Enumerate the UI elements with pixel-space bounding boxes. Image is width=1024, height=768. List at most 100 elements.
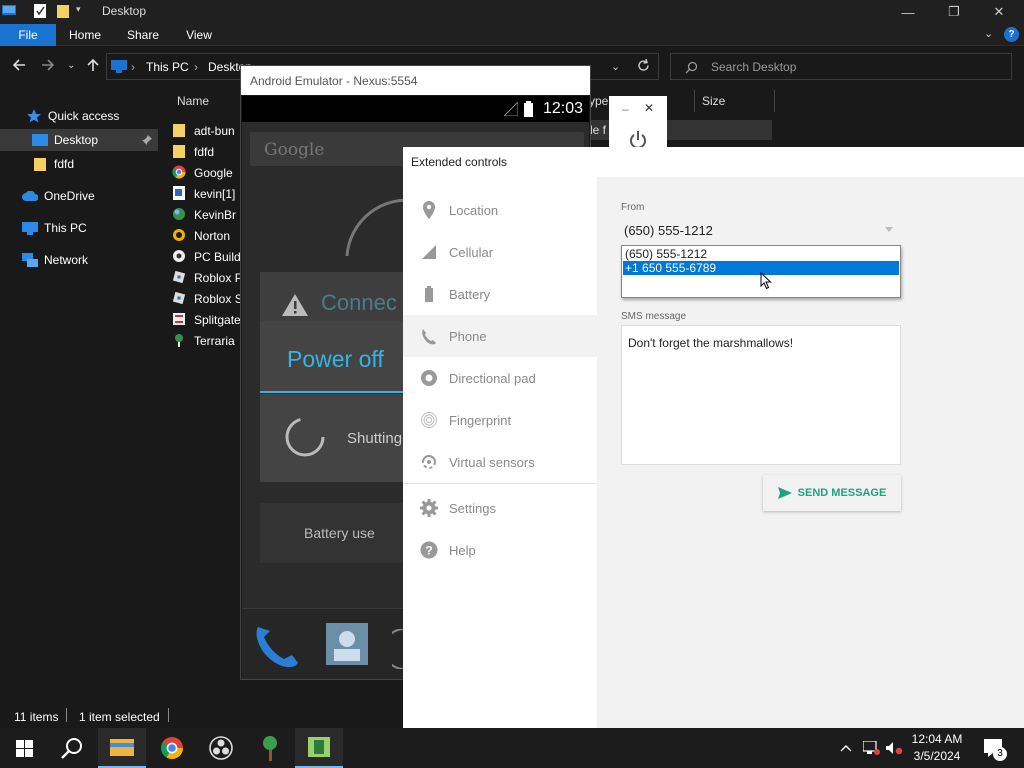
file-row[interactable]: Terraria	[172, 330, 235, 351]
recent-locations-chevron-icon[interactable]: ⌄	[67, 60, 75, 71]
taskbar-chrome[interactable]	[148, 728, 196, 768]
toolbar-minimize-icon[interactable]: –	[622, 102, 629, 116]
forward-arrow-icon[interactable]	[41, 58, 55, 72]
taskbar-terraria[interactable]	[246, 728, 294, 768]
column-header-name[interactable]: Name	[177, 88, 209, 114]
taskbar-obs[interactable]	[197, 728, 245, 768]
nav-desktop[interactable]: Desktop	[0, 129, 158, 151]
sidebar-item-virtual-sensors[interactable]: Virtual sensors	[403, 441, 597, 483]
new-folder-icon[interactable]	[57, 4, 70, 18]
phone-app-icon[interactable]	[252, 623, 300, 669]
battery-icon	[425, 286, 433, 302]
extended-controls-window: Extended controls Location Cellular Batt…	[403, 147, 1024, 728]
signal-icon	[504, 102, 518, 116]
ribbon-expand-icon[interactable]: ⌄	[984, 27, 993, 40]
sidebar-item-phone[interactable]: Phone	[403, 315, 597, 357]
nav-onedrive[interactable]: OneDrive	[0, 185, 158, 207]
search-placeholder: Search Desktop	[711, 60, 797, 74]
file-row[interactable]: adt-bun	[172, 120, 235, 141]
volume-muted-icon[interactable]	[885, 728, 903, 768]
properties-icon[interactable]	[34, 4, 47, 18]
chrome-icon	[172, 165, 186, 178]
sidebar-item-directional-pad[interactable]: Directional pad	[403, 357, 597, 399]
sidebar-item-help[interactable]: ? Help	[403, 529, 597, 571]
sidebar-item-battery[interactable]: Battery	[403, 273, 597, 315]
search-button[interactable]	[48, 728, 96, 768]
minimize-button[interactable]: —	[885, 2, 931, 22]
norton-icon	[173, 228, 185, 241]
column-header-size[interactable]: Size	[702, 88, 725, 114]
system-clock[interactable]: 12:04 AM 3/5/2024	[904, 731, 970, 765]
toolbar-close-icon[interactable]: ✕	[644, 101, 654, 115]
nav-quick-access[interactable]: Quick access	[0, 105, 158, 127]
close-button[interactable]: ✕	[976, 2, 1022, 22]
nav-network[interactable]: Network	[0, 249, 158, 271]
emulator-icon	[308, 737, 330, 757]
mouse-cursor-icon	[760, 272, 772, 290]
nav-fdfd[interactable]: fdfd	[0, 153, 158, 175]
maximize-button[interactable]: ❐	[931, 2, 977, 22]
desktop-icon	[32, 132, 48, 148]
refresh-icon[interactable]	[637, 59, 650, 72]
tab-view[interactable]: View	[176, 24, 222, 46]
breadcrumb-this-pc[interactable]: This PC	[146, 60, 189, 74]
tab-home[interactable]: Home	[62, 24, 108, 46]
contacts-app-icon[interactable]	[324, 621, 370, 667]
extended-controls-sidebar: Location Cellular Battery Phone Directio…	[403, 177, 597, 728]
from-select[interactable]: (650) 555-1212	[624, 223, 713, 238]
warning-icon	[282, 294, 308, 316]
column-divider	[694, 90, 695, 112]
extended-controls-title: Extended controls	[403, 147, 1024, 177]
folder-icon	[173, 123, 185, 137]
file-row[interactable]: KevinBr	[172, 204, 236, 225]
column-header-type[interactable]: ype	[589, 88, 608, 114]
show-hidden-icons-chevron[interactable]	[840, 728, 852, 768]
power-off-option[interactable]: Power off	[260, 321, 420, 393]
sms-message-input[interactable]: Don't forget the marshmallows!	[621, 325, 901, 465]
breadcrumb-separator: ›	[194, 60, 198, 74]
sidebar-item-location[interactable]: Location	[403, 189, 597, 231]
computer-icon	[22, 220, 38, 236]
nav-this-pc[interactable]: This PC	[0, 217, 158, 239]
from-option[interactable]: (650) 555-1212	[623, 247, 899, 261]
file-row[interactable]: kevin[1]	[172, 183, 235, 204]
sidebar-item-cellular[interactable]: Cellular	[403, 231, 597, 273]
android-clock: 12:03	[542, 100, 583, 117]
globe-icon	[173, 207, 185, 220]
search-icon	[61, 738, 82, 759]
search-icon	[685, 61, 698, 74]
gear-icon	[420, 499, 438, 517]
action-center-button[interactable]: 3	[984, 728, 1007, 768]
roblox-studio-icon	[172, 291, 186, 304]
file-row[interactable]: PC Build	[172, 246, 241, 267]
sidebar-item-fingerprint[interactable]: Fingerprint	[403, 399, 597, 441]
address-dropdown-icon[interactable]: ⌄	[611, 60, 620, 73]
network-icon	[22, 252, 38, 268]
taskbar-file-explorer[interactable]	[98, 728, 146, 768]
search-box[interactable]: Search Desktop	[670, 53, 1012, 80]
taskbar-android-emulator[interactable]	[295, 728, 343, 768]
tab-file[interactable]: File	[0, 24, 56, 46]
file-row[interactable]: Splitgate	[172, 309, 241, 330]
star-icon	[26, 108, 42, 124]
quick-access-dropdown-icon[interactable]: ▾	[76, 4, 81, 15]
file-row[interactable]: Google	[172, 162, 233, 183]
help-icon[interactable]: ?	[1004, 27, 1019, 42]
network-tray-icon[interactable]	[863, 728, 880, 768]
sidebar-item-settings[interactable]: Settings	[403, 487, 597, 529]
file-row[interactable]: Roblox P	[172, 267, 243, 288]
back-arrow-icon[interactable]	[12, 58, 26, 72]
send-message-button[interactable]: SEND MESSAGE	[763, 475, 901, 511]
file-row[interactable]: fdfd	[172, 141, 214, 162]
up-arrow-icon[interactable]	[86, 58, 100, 72]
file-row[interactable]: Norton	[172, 225, 230, 246]
item-count: 11 items	[14, 710, 59, 724]
rotate-sensor-icon	[422, 455, 436, 469]
file-row[interactable]: Roblox S	[172, 288, 243, 309]
start-button[interactable]	[0, 728, 48, 768]
pin-icon[interactable]	[142, 135, 152, 145]
dropdown-arrow-icon[interactable]	[885, 227, 893, 232]
tree-icon	[263, 736, 277, 761]
tab-share[interactable]: Share	[120, 24, 166, 46]
battery-use-widget[interactable]: Battery use	[260, 503, 420, 563]
